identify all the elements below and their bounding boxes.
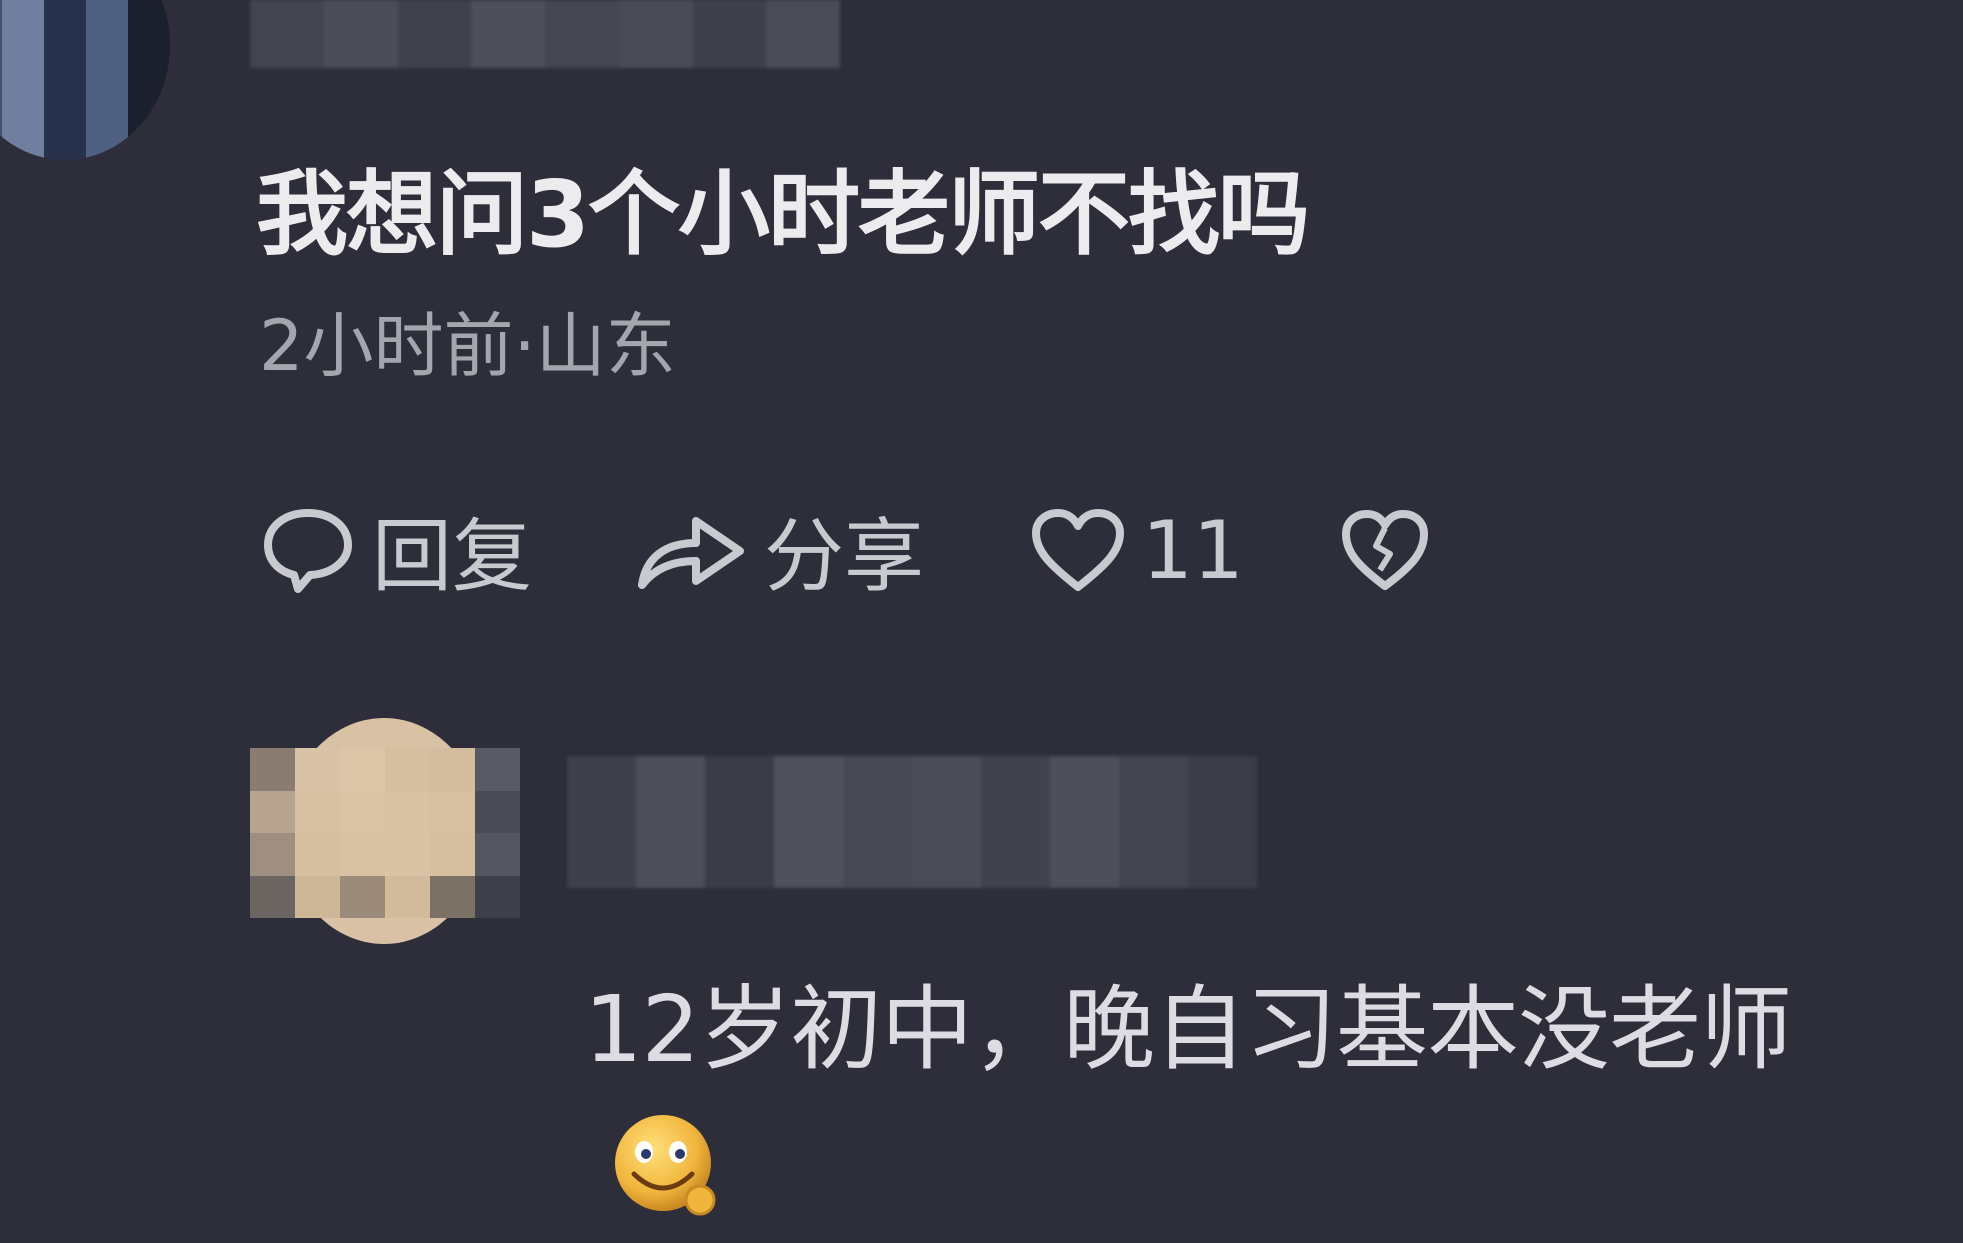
share-button[interactable]: 分享 [636,500,924,603]
broken-heart-icon [1342,510,1428,590]
like-count: 11 [1142,503,1244,597]
avatar[interactable] [0,0,170,160]
like-button[interactable]: 11 [1030,500,1244,600]
share-label: 分享 [764,510,924,603]
smiling-emoji [615,1115,716,1216]
share-arrow-icon [638,517,744,589]
username-blurred[interactable] [567,756,1257,888]
avatar-mosaic [0,0,170,160]
comment-meta: 2小时前·山东 [259,305,676,387]
avatar-mosaic [250,748,520,918]
reply-label: 回复 [372,510,532,603]
reply-button[interactable]: 回复 [260,500,532,603]
username-blurred[interactable] [250,0,840,68]
comment-text: 我想问3个小时老师不找吗 [256,161,1310,268]
comment-bubble-icon [264,509,352,593]
dislike-button[interactable] [1340,500,1430,600]
comment-text: 12岁初中，晚自习基本没老师 [584,976,1792,1083]
heart-icon [1032,509,1124,591]
